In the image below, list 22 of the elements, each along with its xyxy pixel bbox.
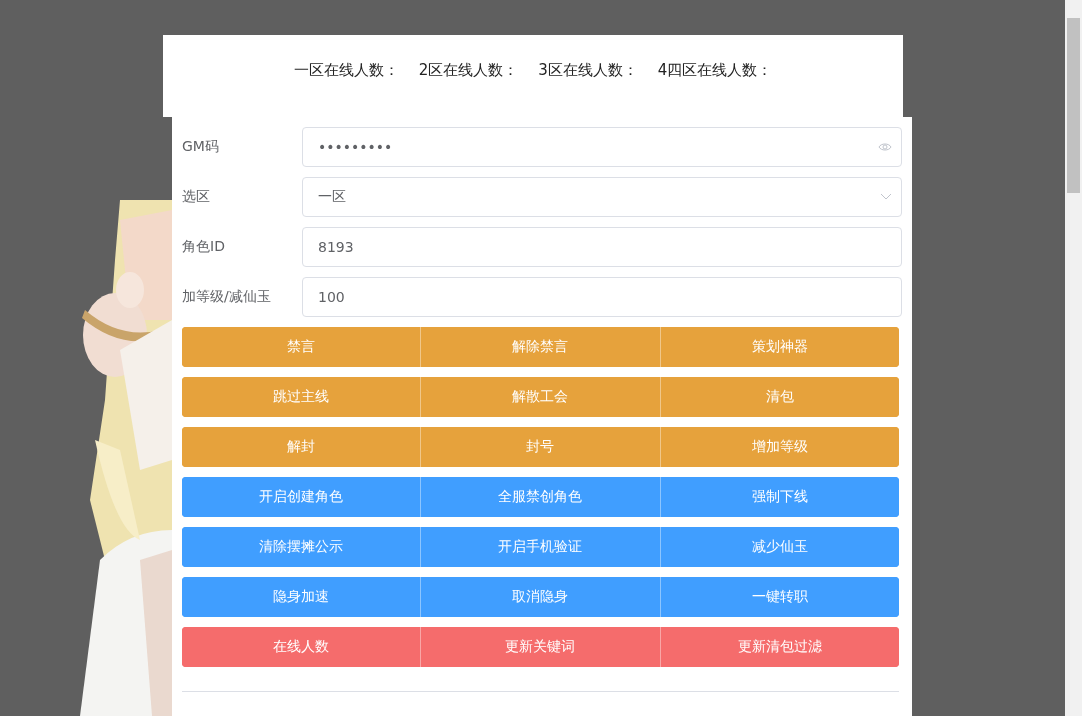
online-count-label: 一区在线人数： — [293, 61, 399, 81]
online-count-label: 4四区在线人数： — [657, 61, 773, 81]
zone-select[interactable]: 一区 — [302, 177, 902, 217]
online-count-label: 3区在线人数： — [538, 61, 638, 81]
scrollbar[interactable] — [1065, 0, 1082, 716]
input-field[interactable]: 8193 — [302, 227, 902, 267]
field-label: 角色ID — [182, 238, 226, 256]
input-field[interactable]: 100 — [302, 277, 902, 317]
action-button[interactable]: 强制下线 — [659, 477, 899, 517]
input-field[interactable]: ••••••••• — [302, 127, 902, 167]
field-label: GM码 — [182, 138, 220, 156]
field-label: 加等级/减仙玉 — [182, 288, 272, 306]
eye-icon[interactable] — [878, 142, 892, 152]
online-count-label: 2区在线人数： — [418, 61, 519, 81]
action-button[interactable]: 更新清包过滤 — [659, 627, 899, 667]
chevron-down-icon — [880, 193, 892, 201]
action-button[interactable]: 增加等级 — [659, 427, 899, 467]
action-button[interactable]: 减少仙玉 — [659, 527, 899, 567]
action-button[interactable]: 策划神器 — [659, 327, 899, 367]
field-label: 选区 — [182, 188, 211, 206]
action-button[interactable]: 清包 — [659, 377, 899, 417]
action-button[interactable]: 一键转职 — [659, 577, 899, 617]
